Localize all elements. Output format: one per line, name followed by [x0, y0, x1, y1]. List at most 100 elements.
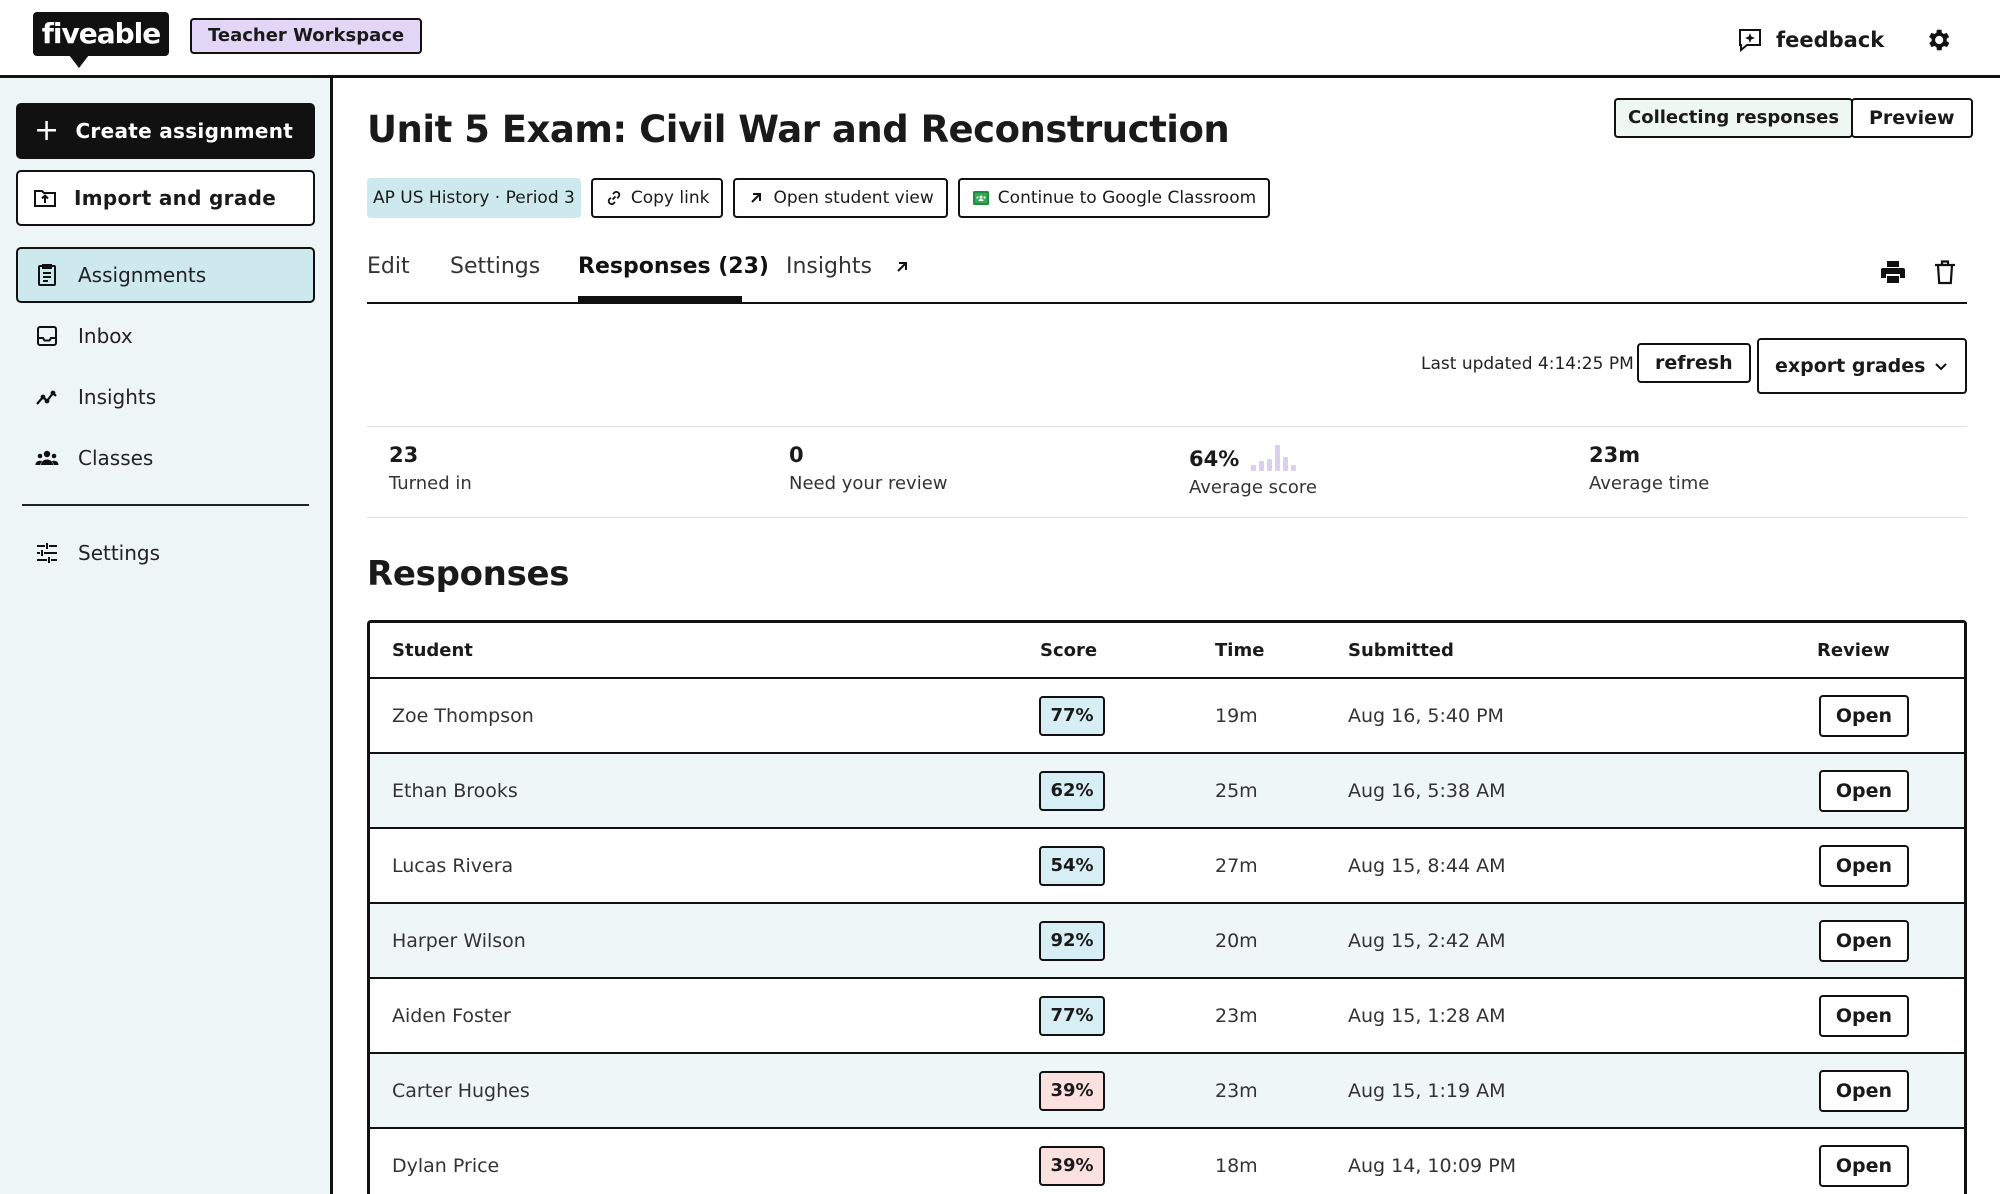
open-button[interactable]: Open [1819, 695, 1909, 737]
last-updated-text: Last updated 4:14:25 PM [1421, 354, 1634, 374]
stat-average-time: 23m Average time [1589, 443, 1709, 494]
class-chip[interactable]: AP US History · Period 3 [367, 178, 581, 218]
sidebar-item-assignments[interactable]: Assignments [16, 247, 315, 303]
table-header: Student Score Time Submitted Review [370, 623, 1964, 679]
stat-value-row: 64% [1189, 443, 1317, 471]
time-cell: 23m [1215, 1005, 1258, 1027]
fiveable-logo[interactable]: fiveable [33, 12, 169, 68]
sidebar-item-insights[interactable]: Insights [16, 369, 315, 425]
time-cell: 27m [1215, 855, 1258, 877]
open-button[interactable]: Open [1819, 920, 1909, 962]
stat-label: Average time [1589, 473, 1710, 494]
tab-responses[interactable]: Responses (23) [578, 254, 769, 279]
tab-settings[interactable]: Settings [450, 254, 540, 279]
sidebar-item-settings[interactable]: Settings [16, 525, 315, 581]
copy-link-button[interactable]: Copy link [590, 178, 724, 218]
table-row[interactable]: Carter Hughes 39% 23m Aug 15, 1:19 AM Open [370, 1054, 1964, 1129]
score-badge: 62% [1039, 771, 1105, 811]
collecting-responses-button[interactable]: Collecting responses [1614, 98, 1854, 138]
table-row[interactable]: Aiden Foster 77% 23m Aug 15, 1:28 AM Open [370, 979, 1964, 1054]
sidebar-item-label: Inbox [78, 324, 133, 348]
student-name: Lucas Rivera [392, 855, 514, 877]
stat-label: Average score [1189, 477, 1318, 498]
open-button[interactable]: Open [1819, 995, 1909, 1037]
submitted-cell: Aug 16, 5:38 AM [1348, 780, 1506, 802]
inbox-icon [37, 326, 57, 346]
column-header-score[interactable]: Score [1040, 640, 1097, 661]
top-bar: fiveable Teacher Workspace feedback [0, 0, 2000, 78]
workspace-badge[interactable]: Teacher Workspace [190, 18, 423, 54]
score-badge: 39% [1039, 1071, 1105, 1111]
column-header-submitted[interactable]: Submitted [1348, 640, 1454, 661]
assignment-meta-row: AP US History · Period 3 Copy link Open … [367, 178, 1271, 218]
active-tab-indicator [578, 296, 742, 302]
feedback-button[interactable]: feedback [1736, 22, 1884, 58]
create-assignment-button[interactable]: + Create assignment [16, 103, 315, 159]
google-classroom-label: Continue to Google Classroom [997, 188, 1257, 208]
feedback-label: feedback [1776, 28, 1885, 52]
sidebar: + Create assignment Import and grade Ass… [0, 78, 333, 1194]
time-cell: 18m [1215, 1155, 1258, 1177]
tab-insights-label: Insights [786, 254, 873, 279]
sidebar-divider [22, 504, 309, 506]
sidebar-item-label: Settings [78, 541, 161, 565]
link-icon [607, 191, 620, 205]
clipboard-icon [38, 264, 56, 286]
stat-label: Need your review [789, 473, 948, 494]
responses-heading: Responses [367, 554, 570, 594]
column-header-student[interactable]: Student [392, 640, 473, 661]
student-name: Harper Wilson [392, 930, 526, 952]
sliders-icon [37, 543, 57, 563]
gear-icon[interactable] [1924, 26, 1952, 54]
open-button[interactable]: Open [1819, 845, 1909, 887]
column-header-time[interactable]: Time [1215, 640, 1264, 661]
column-header-review: Review [1817, 640, 1890, 661]
chevron-down-icon [1935, 363, 1947, 371]
student-name: Aiden Foster [392, 1005, 511, 1027]
table-row[interactable]: Zoe Thompson 77% 19m Aug 16, 5:40 PM Open [370, 679, 1964, 754]
tab-edit[interactable]: Edit [367, 254, 410, 279]
trash-icon[interactable] [1932, 258, 1958, 286]
sidebar-item-inbox[interactable]: Inbox [16, 308, 315, 364]
student-name: Ethan Brooks [392, 780, 518, 802]
student-name: Dylan Price [392, 1155, 500, 1177]
google-classroom-button[interactable]: Continue to Google Classroom [957, 178, 1271, 218]
open-button[interactable]: Open [1819, 770, 1909, 812]
stat-value: 23 [389, 443, 419, 467]
submitted-cell: Aug 15, 2:42 AM [1348, 930, 1506, 952]
export-grades-dropdown[interactable]: export grades [1757, 338, 1967, 394]
print-icon[interactable] [1879, 258, 1907, 286]
sidebar-item-label: Insights [78, 385, 157, 409]
open-button[interactable]: Open [1819, 1070, 1909, 1112]
open-student-view-label: Open student view [773, 188, 934, 208]
table-row[interactable]: Lucas Rivera 54% 27m Aug 15, 8:44 AM Open [370, 829, 1964, 904]
score-badge: 77% [1039, 696, 1105, 736]
sidebar-item-classes[interactable]: Classes [16, 430, 315, 486]
score-badge: 92% [1039, 921, 1105, 961]
table-row[interactable]: Ethan Brooks 62% 25m Aug 16, 5:38 AM Open [370, 754, 1964, 829]
open-button[interactable]: Open [1819, 1145, 1909, 1187]
submitted-cell: Aug 15, 8:44 AM [1348, 855, 1506, 877]
import-and-grade-button[interactable]: Import and grade [16, 170, 315, 226]
time-cell: 23m [1215, 1080, 1258, 1102]
score-badge: 77% [1039, 996, 1105, 1036]
arrow-up-right-icon [751, 193, 762, 203]
student-name: Carter Hughes [392, 1080, 530, 1102]
time-cell: 25m [1215, 780, 1258, 802]
google-classroom-icon [972, 191, 989, 205]
time-cell: 20m [1215, 930, 1258, 952]
tab-bar: Edit Settings Responses (23) Insights [367, 240, 1967, 304]
upload-folder-icon [34, 190, 56, 207]
table-row[interactable]: Dylan Price 39% 18m Aug 14, 10:09 PM Open [370, 1129, 1964, 1194]
tab-insights[interactable]: Insights [786, 254, 911, 279]
open-student-view-button[interactable]: Open student view [733, 178, 948, 218]
external-link-icon [897, 262, 908, 272]
student-name: Zoe Thompson [392, 705, 534, 727]
plus-icon: + [34, 113, 60, 148]
submitted-cell: Aug 16, 5:40 PM [1348, 705, 1504, 727]
table-row[interactable]: Harper Wilson 92% 20m Aug 15, 2:42 AM Open [370, 904, 1964, 979]
preview-button[interactable]: Preview [1851, 98, 1973, 138]
score-distribution-sparkline [1251, 443, 1297, 471]
submitted-cell: Aug 15, 1:19 AM [1348, 1080, 1506, 1102]
refresh-button[interactable]: refresh [1637, 343, 1751, 383]
